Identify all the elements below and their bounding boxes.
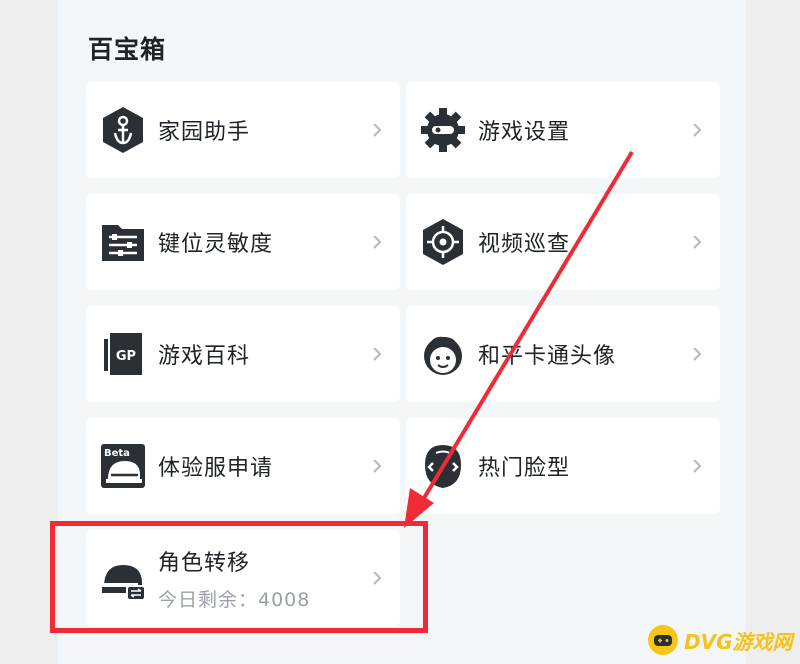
chevron-right-icon [690,345,704,363]
role-transfer-label: 角色转移 [158,550,251,576]
gear-icon [418,105,468,155]
chevron-right-icon [370,569,384,587]
remaining-count-text: 今日剩余：4008 [158,588,311,611]
tool-label: 体验服申请 [158,456,274,481]
chevron-right-icon [690,233,704,251]
face-shape-icon [418,441,468,491]
tool-label: 和平卡通头像 [478,344,617,369]
watermark: DVG游戏网 [648,620,794,660]
tool-label: 键位灵敏度 [158,232,274,257]
chevron-right-icon [690,457,704,475]
tool-card-key-sensitivity[interactable]: 键位灵敏度 [86,194,400,290]
tool-label: 游戏设置 [478,120,571,145]
beta-helmet-icon: Beta [98,441,148,491]
tool-card-role-transfer[interactable]: 角色转移 今日剩余：4008 [86,530,400,626]
sliders-icon [98,217,148,267]
tool-card-game-settings[interactable]: 游戏设置 [406,82,720,178]
watermark-text: DVG游戏网 [684,629,793,654]
tool-label: 热门脸型 [478,456,571,481]
svg-text:Beta: Beta [104,448,130,459]
tool-label: 游戏百科 [158,344,251,369]
chevron-right-icon [370,457,384,475]
helmet-transfer-icon [98,553,148,603]
chevron-right-icon [370,121,384,139]
tool-card-popular-face[interactable]: 热门脸型 [406,418,720,514]
chevron-right-icon [690,121,704,139]
cartoon-avatar-icon [418,329,468,379]
chevron-right-icon [370,345,384,363]
svg-text:GP: GP [116,349,136,364]
tool-card-home-assistant[interactable]: 家园助手 [86,82,400,178]
home-assistant-icon [98,105,148,155]
gamepad-logo-icon [648,625,678,655]
chevron-right-icon [370,233,384,251]
tool-card-cartoon-avatar[interactable]: 和平卡通头像 [406,306,720,402]
tool-label: 家园助手 [158,120,251,145]
section-title: 百宝箱 [88,35,167,64]
tool-card-beta-apply[interactable]: Beta 体验服申请 [86,418,400,514]
gp-card-icon: GP [98,329,148,379]
tool-card-video-patrol[interactable]: 视频巡查 [406,194,720,290]
tool-card-game-wiki[interactable]: GP 游戏百科 [86,306,400,402]
crosshair-icon [418,217,468,267]
tool-label: 视频巡查 [478,232,571,257]
